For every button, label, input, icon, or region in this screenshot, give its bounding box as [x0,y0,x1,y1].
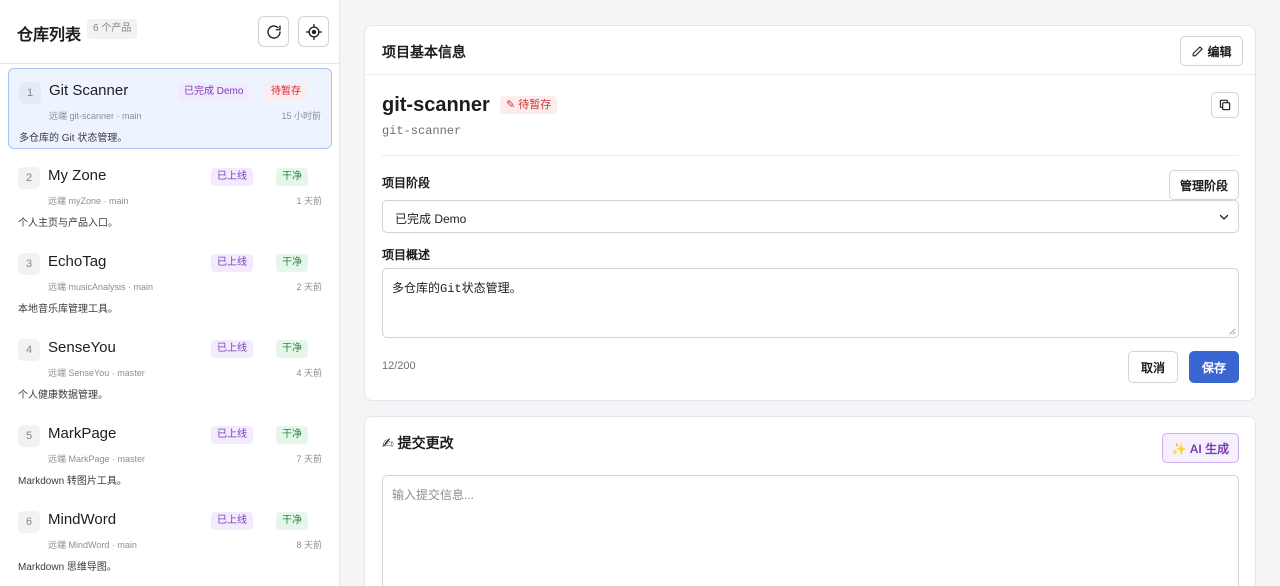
repo-remote-branch: 远端 musicAnalysis · main [48,282,154,292]
section-title: 项目基本信息 [382,44,466,60]
status-badge: 干净 [276,168,308,186]
repo-updated-time: 1 天前 [296,196,322,206]
stage-select[interactable]: 已完成 Demo [382,200,1239,233]
edit-button-label: 编辑 [1207,44,1232,59]
sidebar-title: 仓库列表 [17,27,82,44]
divider [382,155,1239,156]
repo-name: MindWord [48,511,117,528]
locate-button[interactable] [298,16,329,47]
repo-index: 5 [18,425,40,447]
repo-updated-time: 8 天前 [296,540,322,550]
repo-sidebar: 仓库列表 6 个产品 1 Git Scanner 已完成 Demo 待暂存 远端… [0,0,340,586]
repo-name: MarkPage [48,425,117,442]
manage-stage-button[interactable]: 管理阶段 [1169,170,1239,200]
project-status-badge: ✎ 待暂存 [500,96,558,114]
status-badge: 干净 [276,512,308,530]
description-textarea[interactable]: 多仓库的Git状态管理。 [382,268,1239,338]
description-value: 多仓库的Git状态管理。 [392,282,522,296]
repo-name: Git Scanner [49,82,129,99]
resize-handle-icon[interactable] [1228,327,1236,335]
repo-item-echotag[interactable]: 3 EchoTag 已上线 干净 远端 musicAnalysis · main… [8,240,332,321]
chevron-down-icon [1219,214,1229,220]
stage-select-value: 已完成 Demo [395,212,467,226]
repo-count-badge: 6 个产品 [87,19,138,39]
repo-index: 1 [19,82,41,104]
refresh-button[interactable] [258,16,289,47]
repo-remote-branch: 远端 MindWord · main [48,540,137,550]
sidebar-header: 仓库列表 6 个产品 [0,0,339,64]
project-info-card: 项目基本信息 编辑 git-scanner ✎ 待暂存 git-scanner … [364,25,1256,401]
repo-updated-time: 15 小时前 [281,111,321,121]
stage-badge: 已上线 [211,168,253,186]
refresh-icon [266,24,281,39]
char-counter: 12/200 [382,360,416,372]
repo-updated-time: 7 天前 [296,454,322,464]
status-badge: 干净 [276,254,308,272]
repo-description: Markdown 思维导图。 [18,562,117,573]
repo-item-senseyou[interactable]: 4 SenseYou 已上线 干净 远端 SenseYou · master 4… [8,326,332,407]
stage-badge: 已上线 [211,512,253,530]
status-badge: 干净 [276,340,308,358]
crosshair-icon [305,23,322,40]
repo-description: 个人健康数据管理。 [18,390,108,401]
repo-item-markpage[interactable]: 5 MarkPage 已上线 干净 远端 MarkPage · master 7… [8,412,332,493]
repo-description: 个人主页与产品入口。 [18,218,118,229]
repo-description: 本地音乐库管理工具。 [18,304,118,315]
repo-remote-branch: 远端 MarkPage · master [48,454,146,464]
repo-index: 6 [18,511,40,533]
save-button[interactable]: 保存 [1189,351,1239,383]
edit-button[interactable]: 编辑 [1180,36,1243,66]
repo-name: EchoTag [48,253,107,270]
commit-card: ✍ 提交更改 ✨ AI 生成 输入提交信息... [364,416,1256,586]
project-name: git-scanner [382,94,490,116]
stage-badge: 已上线 [211,340,253,358]
pencil-icon [1193,45,1204,56]
repo-updated-time: 2 天前 [296,282,322,292]
project-info-header: 项目基本信息 编辑 [365,26,1255,75]
copy-icon [1219,99,1231,111]
repo-name: SenseYou [48,339,116,356]
repo-index: 4 [18,339,40,361]
repo-remote-branch: 远端 SenseYou · master [48,368,145,378]
repo-item-git-scanner[interactable]: 1 Git Scanner 已完成 Demo 待暂存 远端 git-scanne… [8,68,332,149]
status-badge: 干净 [276,426,308,444]
stage-badge: 已完成 Demo [178,83,250,101]
project-path: git-scanner [382,124,462,138]
repo-remote-branch: 远端 myZone · main [48,196,129,206]
cancel-button[interactable]: 取消 [1128,351,1178,383]
repo-name: My Zone [48,167,107,184]
status-badge: 待暂存 [265,83,307,101]
stage-badge: 已上线 [211,254,253,272]
repo-description: 多仓库的 Git 状态管理。 [19,133,128,144]
repo-index: 3 [18,253,40,275]
stage-label: 项目阶段 [382,176,431,190]
ai-generate-button[interactable]: ✨ AI 生成 [1162,433,1239,463]
commit-title: ✍ 提交更改 [382,435,454,451]
stage-badge: 已上线 [211,426,253,444]
repo-item-my-zone[interactable]: 2 My Zone 已上线 干净 远端 myZone · main 1 天前 个… [8,154,332,235]
repo-updated-time: 4 天前 [296,368,322,378]
copy-button[interactable] [1211,92,1239,118]
repo-item-mindword[interactable]: 6 MindWord 已上线 干净 远端 MindWord · main 8 天… [8,498,332,579]
repo-description: Markdown 转图片工具。 [18,476,127,487]
repo-index: 2 [18,167,40,189]
commit-message-input[interactable]: 输入提交信息... [382,475,1239,586]
commit-placeholder: 输入提交信息... [392,488,475,502]
description-label: 项目概述 [382,248,431,262]
repo-remote-branch: 远端 git-scanner · main [49,111,142,121]
